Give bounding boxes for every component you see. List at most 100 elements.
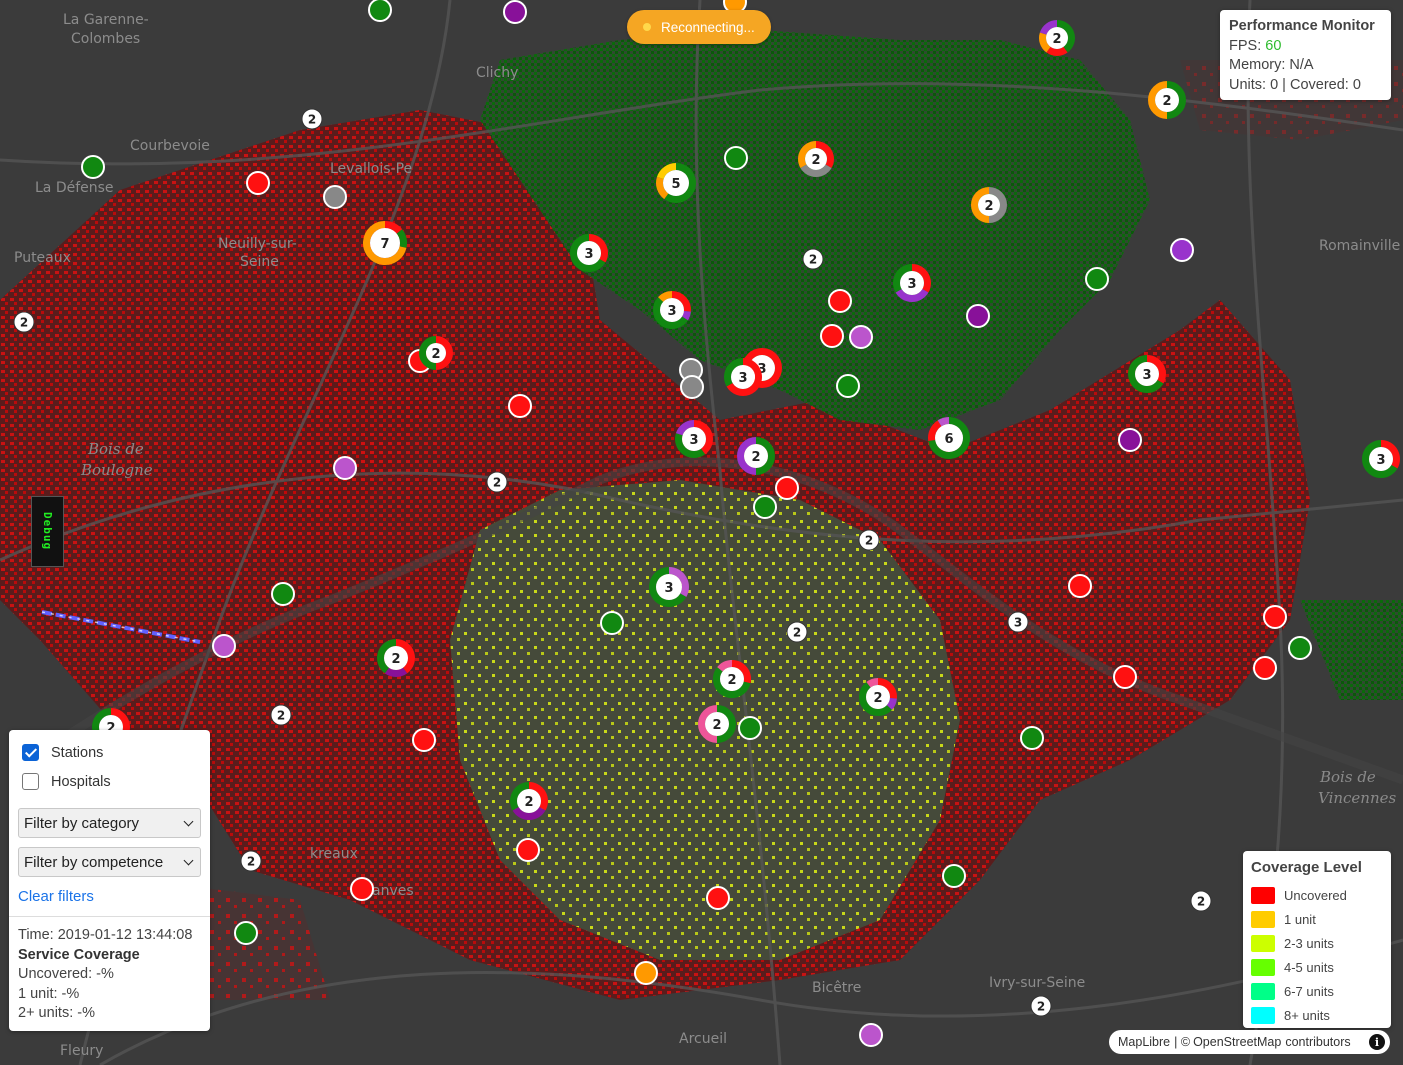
cluster-marker[interactable]: 2 (301, 108, 323, 130)
station-marker[interactable] (1085, 267, 1109, 291)
legend-swatch (1251, 958, 1275, 976)
cluster-marker[interactable]: 2 (270, 704, 292, 726)
cluster-marker[interactable]: 2 (510, 782, 548, 820)
cluster-marker[interactable]: 2 (486, 471, 508, 493)
station-marker[interactable] (836, 374, 860, 398)
cluster-marker[interactable]: 2 (802, 248, 824, 270)
cluster-count: 3 (1376, 453, 1385, 468)
station-marker[interactable] (753, 495, 777, 519)
station-marker[interactable] (516, 838, 540, 862)
station-marker[interactable] (212, 634, 236, 658)
cluster-marker[interactable]: 7 (363, 221, 407, 265)
two-plus-stat: 2+ units: -% (18, 1005, 95, 1021)
hospitals-toggle[interactable]: Hospitals (18, 767, 201, 796)
station-marker[interactable] (503, 0, 527, 24)
legend-label: 4-5 units (1284, 959, 1334, 975)
osm-link[interactable]: OpenStreetMap (1193, 1035, 1281, 1049)
cluster-marker[interactable]: 3 (1007, 611, 1029, 633)
cluster-marker[interactable]: 2 (1039, 20, 1075, 56)
cluster-marker[interactable]: 2 (13, 311, 35, 333)
station-marker[interactable] (81, 155, 105, 179)
map-canvas[interactable]: La Garenne- Colombes Clichy Courbevoie Leval… (0, 0, 1403, 1065)
cluster-marker[interactable]: 2 (713, 660, 751, 698)
station-marker[interactable] (820, 324, 844, 348)
station-marker[interactable] (775, 476, 799, 500)
stations-checkbox[interactable] (22, 744, 39, 761)
cluster-marker[interactable]: 5 (656, 163, 696, 203)
cluster-marker[interactable]: 3 (649, 567, 689, 607)
station-marker[interactable] (600, 611, 624, 635)
station-marker[interactable] (859, 1023, 883, 1047)
legend-row: 4-5 units (1251, 955, 1383, 979)
cluster-marker[interactable]: 2 (798, 141, 834, 177)
station-marker[interactable] (412, 728, 436, 752)
station-marker[interactable] (323, 185, 347, 209)
coverage-title: Service Coverage (18, 946, 140, 963)
station-marker[interactable] (1113, 665, 1137, 689)
map-place-label: Bois de (87, 440, 144, 458)
cluster-marker[interactable]: 2 (698, 705, 736, 743)
station-marker[interactable] (1253, 656, 1277, 680)
cluster-marker[interactable]: 2 (419, 336, 453, 370)
station-marker[interactable] (1288, 636, 1312, 660)
station-marker[interactable] (1020, 726, 1044, 750)
category-select[interactable]: Filter by category (18, 808, 201, 838)
chevron-down-icon (183, 816, 194, 826)
cluster-count: 2 (811, 153, 820, 168)
cluster-segment (384, 667, 408, 677)
cluster-marker[interactable]: 2 (859, 678, 897, 716)
station-marker[interactable] (1263, 605, 1287, 629)
cluster-marker[interactable]: 2 (240, 850, 262, 872)
performance-monitor: Performance Monitor FPS: 60 Memory: N/A … (1220, 10, 1391, 100)
legend-row: 8+ units (1251, 1003, 1383, 1027)
cluster-marker[interactable]: 3 (570, 234, 608, 272)
legend-label: Uncovered (1284, 887, 1347, 903)
debug-toggle-button[interactable]: Debug (31, 496, 64, 567)
station-marker[interactable] (333, 456, 357, 480)
station-marker[interactable] (634, 961, 658, 985)
hospitals-checkbox[interactable] (22, 773, 39, 790)
station-marker[interactable] (271, 582, 295, 606)
cluster-marker[interactable]: 2 (737, 437, 775, 475)
station-marker[interactable] (1170, 238, 1194, 262)
station-marker[interactable] (1068, 574, 1092, 598)
station-marker[interactable] (368, 0, 392, 22)
competence-select-value: Filter by competence (24, 853, 164, 871)
info-icon[interactable]: i (1369, 1034, 1385, 1050)
cluster-marker[interactable]: 2 (1190, 890, 1212, 912)
cluster-marker[interactable]: 2 (1030, 995, 1052, 1017)
cluster-marker[interactable]: 3 (653, 291, 691, 329)
station-marker[interactable] (350, 877, 374, 901)
cluster-marker[interactable]: 3 (724, 358, 762, 396)
station-marker[interactable] (234, 921, 258, 945)
cluster-count: 3 (664, 581, 673, 596)
station-marker[interactable] (942, 864, 966, 888)
cluster-marker[interactable]: 3 (893, 264, 931, 302)
station-marker[interactable] (828, 289, 852, 313)
cluster-marker[interactable]: 2 (971, 187, 1007, 223)
cluster-marker[interactable]: 2 (377, 639, 415, 677)
station-marker[interactable] (1118, 428, 1142, 452)
station-marker[interactable] (724, 146, 748, 170)
cluster-marker[interactable]: 2 (786, 621, 808, 643)
station-marker[interactable] (738, 716, 762, 740)
cluster-marker[interactable]: 3 (1128, 355, 1166, 393)
station-marker[interactable] (706, 886, 730, 910)
station-marker[interactable] (966, 304, 990, 328)
cluster-count: 3 (1014, 616, 1022, 630)
maplibre-link[interactable]: MapLibre (1118, 1035, 1170, 1049)
cluster-marker[interactable]: 3 (675, 420, 713, 458)
station-marker[interactable] (246, 171, 270, 195)
station-marker[interactable] (680, 375, 704, 399)
legend-row: Uncovered (1251, 883, 1383, 907)
stations-toggle[interactable]: Stations (18, 738, 201, 767)
cluster-marker[interactable]: 3 (1362, 440, 1400, 478)
competence-select[interactable]: Filter by competence (18, 847, 201, 877)
cluster-marker[interactable]: 2 (858, 529, 880, 551)
station-marker[interactable] (508, 394, 532, 418)
station-marker[interactable] (849, 325, 873, 349)
cluster-marker[interactable]: 6 (928, 417, 970, 459)
clear-filters-link[interactable]: Clear filters (18, 888, 201, 905)
cluster-count: 2 (873, 691, 882, 706)
cluster-marker[interactable]: 2 (1148, 81, 1186, 119)
